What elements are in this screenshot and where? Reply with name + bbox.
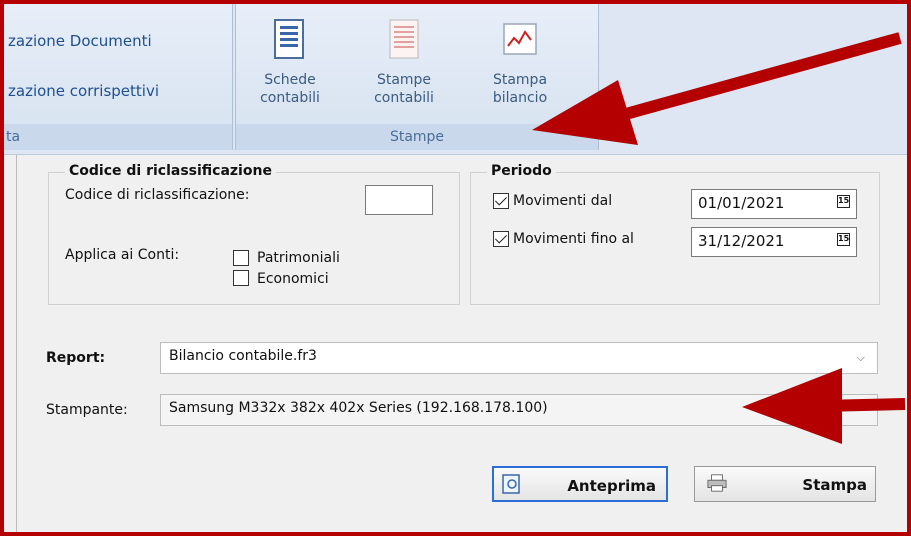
annotation-frame bbox=[0, 0, 911, 536]
